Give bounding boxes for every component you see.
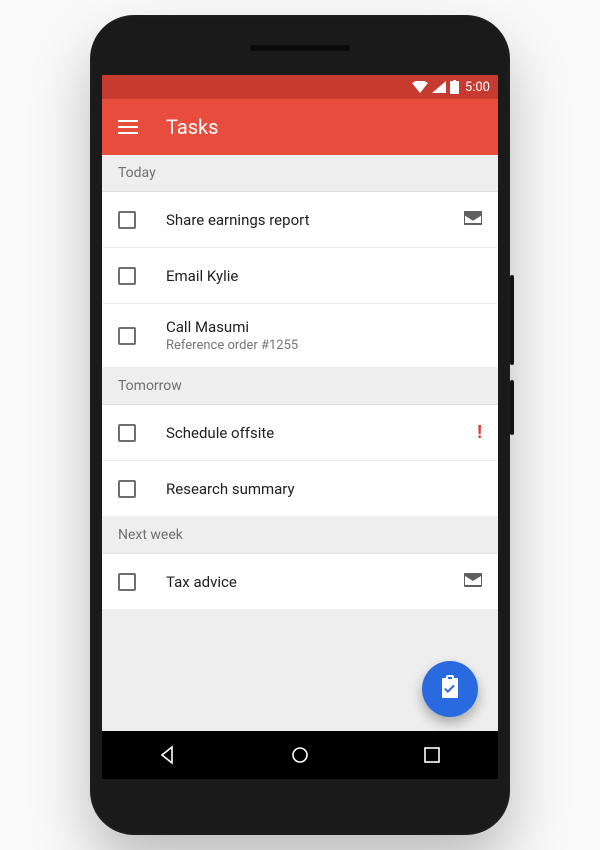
- task-text: Email Kylie: [166, 267, 482, 285]
- app-bar: Tasks: [102, 99, 498, 155]
- nav-back-button[interactable]: [138, 745, 198, 765]
- checkbox[interactable]: [118, 327, 136, 345]
- checkbox[interactable]: [118, 573, 136, 591]
- nav-recent-button[interactable]: [402, 746, 462, 764]
- section-header-next-week: Next week: [102, 517, 498, 554]
- task-title: Call Masumi: [166, 318, 482, 336]
- task-subtitle: Reference order #1255: [166, 338, 482, 353]
- checkbox[interactable]: [118, 480, 136, 498]
- checkbox[interactable]: [118, 424, 136, 442]
- task-text: Tax advice: [166, 573, 456, 591]
- list-item[interactable]: Research summary: [102, 461, 498, 517]
- mail-icon: [464, 210, 482, 229]
- task-text: Share earnings report: [166, 211, 456, 229]
- checkbox[interactable]: [118, 211, 136, 229]
- status-time: 5:00: [465, 80, 490, 95]
- cell-signal-icon: [432, 81, 446, 93]
- clipboard-check-icon: [439, 675, 461, 703]
- section-header-tomorrow: Tomorrow: [102, 368, 498, 405]
- list-item[interactable]: Schedule offsite !: [102, 405, 498, 461]
- task-list: Today Share earnings report Email Kylie: [102, 155, 498, 731]
- mail-icon: [464, 572, 482, 591]
- task-text: Schedule offsite: [166, 424, 469, 442]
- fab-add-task[interactable]: [422, 661, 478, 717]
- status-bar: 5:00: [102, 75, 498, 99]
- list-item[interactable]: Call Masumi Reference order #1255: [102, 304, 498, 368]
- list-item[interactable]: Tax advice: [102, 554, 498, 610]
- task-title: Email Kylie: [166, 267, 482, 285]
- section-header-today: Today: [102, 155, 498, 192]
- page-title: Tasks: [166, 115, 219, 139]
- list-item[interactable]: Share earnings report: [102, 192, 498, 248]
- battery-icon: [450, 80, 459, 94]
- wifi-icon: [412, 81, 428, 93]
- power-button: [510, 380, 514, 435]
- device-frame: 5:00 Tasks Today Share earnings report: [90, 15, 510, 835]
- task-title: Share earnings report: [166, 211, 456, 229]
- task-text: Call Masumi Reference order #1255: [166, 318, 482, 353]
- volume-button: [510, 275, 514, 365]
- task-text: Research summary: [166, 480, 482, 498]
- task-title: Tax advice: [166, 573, 456, 591]
- task-title: Research summary: [166, 480, 482, 498]
- task-title: Schedule offsite: [166, 424, 469, 442]
- list-item[interactable]: Email Kylie: [102, 248, 498, 304]
- menu-icon[interactable]: [118, 120, 138, 134]
- screen: 5:00 Tasks Today Share earnings report: [102, 75, 498, 779]
- system-nav-bar: [102, 731, 498, 779]
- checkbox[interactable]: [118, 267, 136, 285]
- priority-icon: !: [477, 422, 482, 443]
- nav-home-button[interactable]: [270, 745, 330, 765]
